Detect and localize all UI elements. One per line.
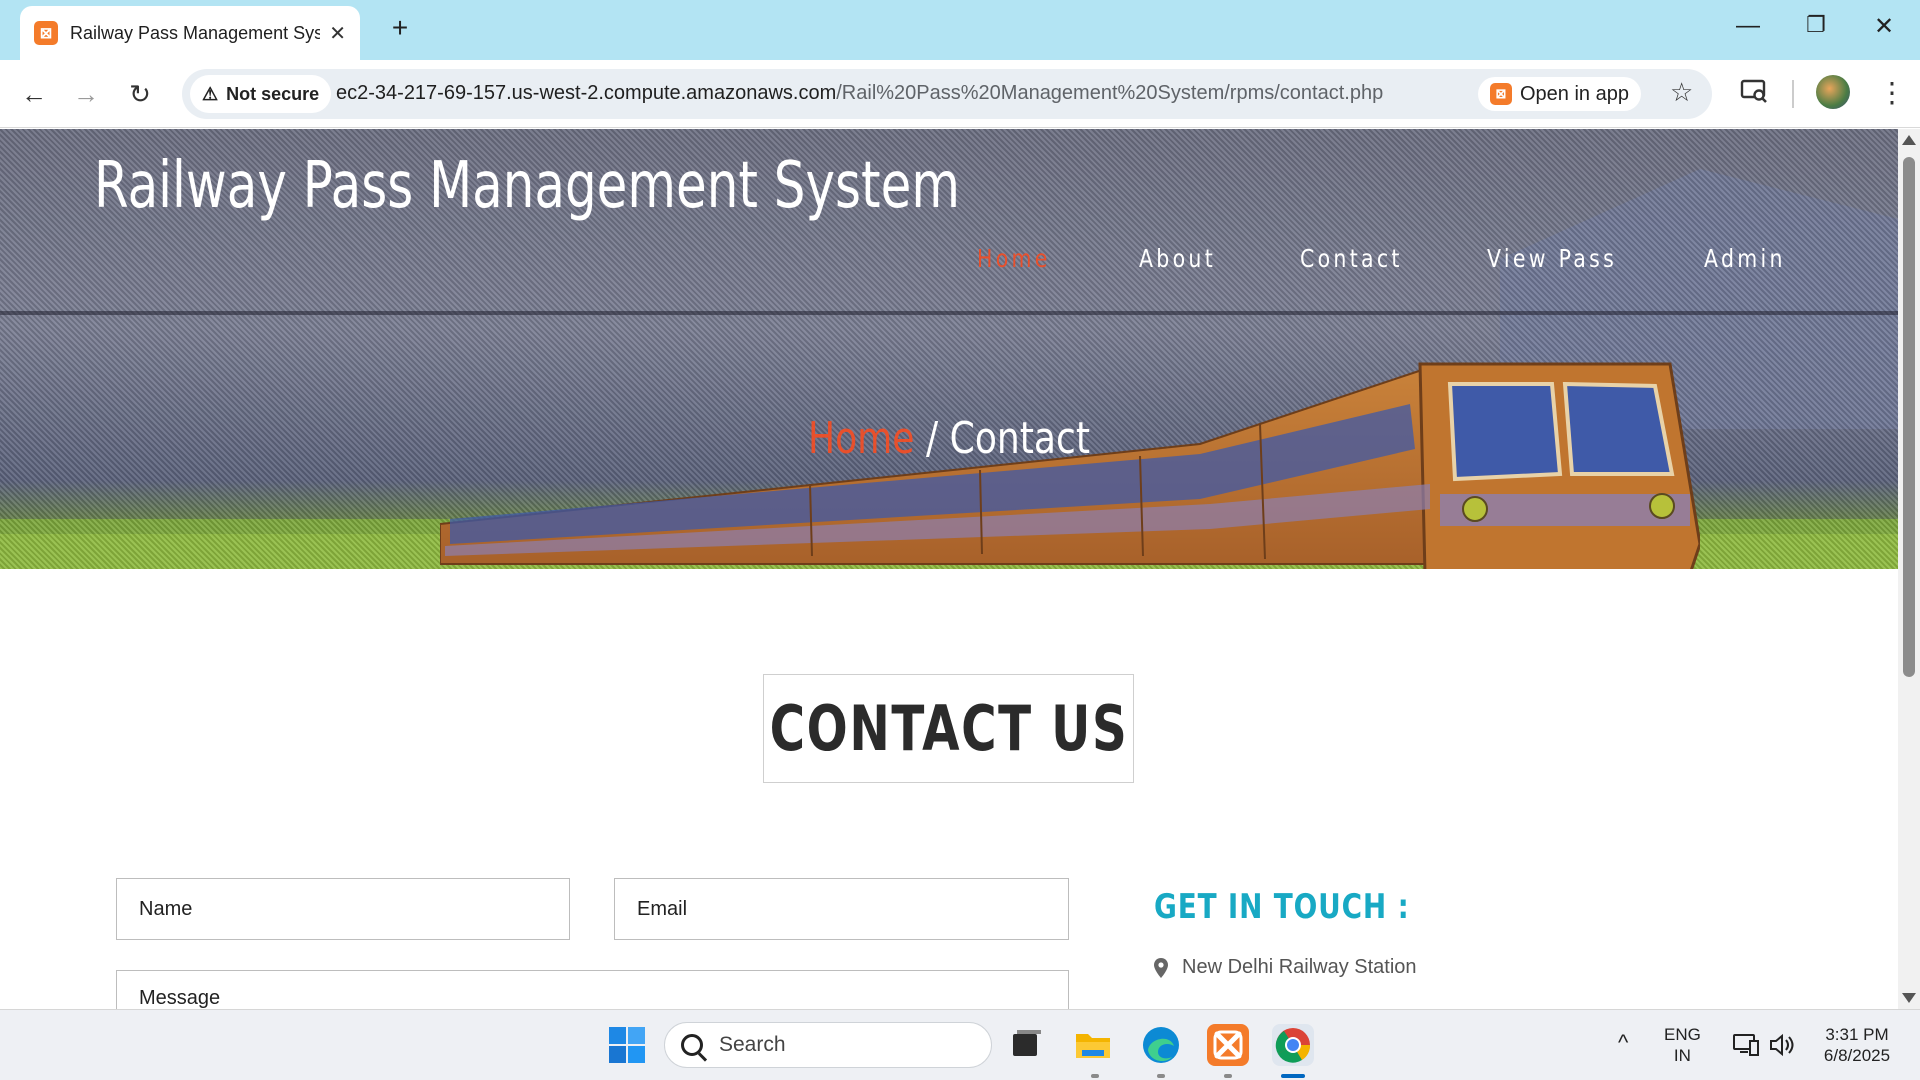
message-textarea[interactable]: Message — [116, 970, 1069, 1009]
nav-home-link[interactable]: Home — [977, 244, 1051, 273]
clock-time: 3:31 PM — [1825, 1025, 1889, 1044]
contact-us-heading-box: CONTACT US — [763, 674, 1134, 783]
address-text: New Delhi Railway Station — [1182, 956, 1417, 978]
edge-running-indicator — [1157, 1074, 1165, 1078]
breadcrumb: Home / Contact — [0, 413, 1898, 464]
region-code: IN — [1673, 1046, 1691, 1065]
nav-contact-link[interactable]: Contact — [1300, 244, 1403, 273]
nav-admin-link[interactable]: Admin — [1704, 244, 1786, 273]
bookmark-star-icon[interactable]: ☆ — [1670, 77, 1693, 108]
browser-menu-icon[interactable]: ⋮ — [1878, 76, 1906, 109]
contact-us-heading: CONTACT US — [769, 692, 1128, 765]
email-input[interactable]: Email — [614, 878, 1069, 940]
nav-view-pass-link[interactable]: View Pass — [1487, 244, 1617, 273]
xampp-app-icon: ⊠ — [1490, 83, 1512, 105]
restore-window-button[interactable]: ❐ — [1796, 12, 1836, 38]
new-tab-button[interactable]: + — [382, 12, 418, 44]
nav-about-link[interactable]: About — [1139, 244, 1216, 273]
header-divider-line — [0, 311, 1898, 315]
windows-taskbar: Search ^ ENG IN 3:31 PM 6/8/2025 — [0, 1009, 1920, 1080]
security-label: Not secure — [226, 83, 320, 104]
open-in-app-button[interactable]: ⊠ Open in app — [1478, 77, 1641, 111]
page-viewport: Railway Pass Management System Home Abou… — [0, 129, 1898, 1009]
tab-close-icon[interactable]: ✕ — [329, 21, 346, 46]
name-input[interactable]: Name — [116, 878, 570, 940]
address-line: New Delhi Railway Station — [1154, 956, 1417, 979]
cast-search-icon[interactable] — [1740, 78, 1768, 111]
task-view-icon[interactable] — [1004, 1024, 1046, 1066]
chrome-taskbar-icon[interactable] — [1272, 1024, 1314, 1066]
get-in-touch-heading: GET IN TOUCH : — [1154, 887, 1410, 927]
url-host: ec2-34-217-69-157.us-west-2.compute.amaz… — [336, 82, 837, 104]
browser-tab-active[interactable]: ⊠ Railway Pass Management System ✕ — [20, 6, 360, 60]
scrollbar-thumb[interactable] — [1903, 157, 1915, 677]
chrome-active-indicator — [1281, 1074, 1305, 1078]
tab-title: Railway Pass Management System — [70, 22, 320, 43]
close-window-button[interactable]: ✕ — [1864, 12, 1904, 41]
back-button[interactable]: ← — [16, 76, 52, 112]
language-code: ENG — [1664, 1025, 1701, 1044]
clock[interactable]: 3:31 PM 6/8/2025 — [1812, 1024, 1902, 1066]
edge-browser-icon[interactable] — [1140, 1024, 1182, 1066]
toolbar-divider — [1792, 80, 1794, 108]
xampp-taskbar-icon[interactable] — [1207, 1024, 1249, 1066]
page-scrollbar[interactable] — [1898, 129, 1920, 1009]
forward-button[interactable]: → — [68, 76, 104, 112]
taskbar-search-placeholder: Search — [719, 1033, 786, 1056]
breadcrumb-separator: / — [926, 413, 939, 464]
site-title[interactable]: Railway Pass Management System — [94, 149, 960, 223]
input-language-indicator[interactable]: ENG IN — [1664, 1024, 1701, 1066]
volume-icon[interactable] — [1768, 1032, 1796, 1063]
xampp-favicon-icon: ⊠ — [34, 21, 58, 45]
show-hidden-icons-chevron[interactable]: ^ — [1618, 1032, 1628, 1054]
warning-triangle-icon: ⚠ — [202, 83, 219, 104]
breadcrumb-current: Contact — [949, 413, 1091, 464]
file-explorer-icon[interactable] — [1072, 1024, 1114, 1066]
file-explorer-running-indicator — [1091, 1074, 1099, 1078]
browser-tab-bar: ⊠ Railway Pass Management System ✕ + — ❐… — [0, 0, 1920, 60]
scroll-up-arrow-icon[interactable] — [1902, 135, 1916, 145]
taskbar-search-box[interactable]: Search — [664, 1022, 992, 1068]
xampp-running-indicator — [1224, 1074, 1232, 1078]
url-text[interactable]: ec2-34-217-69-157.us-west-2.compute.amaz… — [336, 82, 1383, 105]
windows-start-icon[interactable] — [606, 1024, 648, 1066]
clock-date: 6/8/2025 — [1823, 1046, 1891, 1065]
map-pin-icon — [1154, 957, 1168, 978]
breadcrumb-home-link[interactable]: Home — [808, 413, 915, 464]
profile-avatar[interactable] — [1816, 75, 1850, 109]
scroll-down-arrow-icon[interactable] — [1902, 993, 1916, 1003]
address-bar[interactable]: ⚠ Not secure ec2-34-217-69-157.us-west-2… — [182, 69, 1712, 119]
browser-toolbar: ← → ↻ ⚠ Not secure ec2-34-217-69-157.us-… — [0, 60, 1920, 128]
url-path: /Rail%20Pass%20Management%20System/rpms/… — [836, 82, 1384, 104]
open-in-app-label: Open in app — [1520, 82, 1629, 105]
reload-button[interactable]: ↻ — [122, 76, 158, 112]
hero-banner: Railway Pass Management System Home Abou… — [0, 129, 1898, 569]
search-icon — [681, 1034, 703, 1056]
network-icon[interactable] — [1732, 1032, 1760, 1063]
security-indicator-button[interactable]: ⚠ Not secure — [190, 75, 332, 113]
minimize-window-button[interactable]: — — [1728, 12, 1768, 40]
